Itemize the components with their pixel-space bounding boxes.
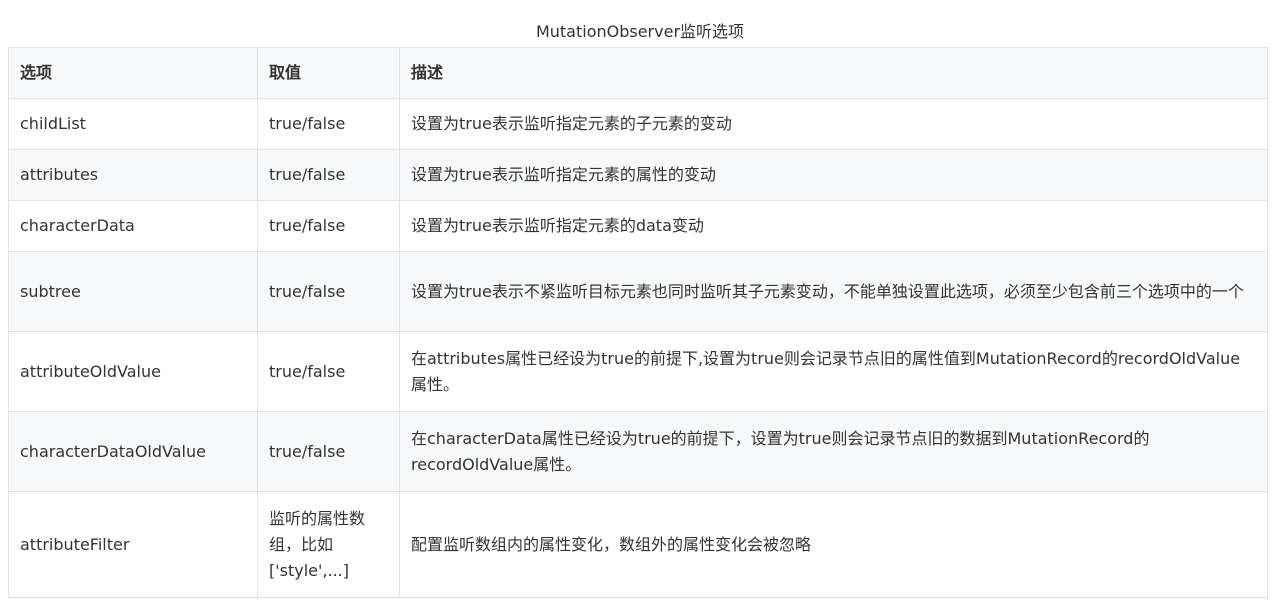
- cell-value: true/false: [257, 411, 400, 492]
- cell-option: attributeOldValue: [8, 331, 258, 412]
- table-row: characterData true/false 设置为true表示监听指定元素…: [8, 200, 1268, 252]
- cell-option: childList: [8, 98, 258, 150]
- table-row: subtree true/false 设置为true表示不紧监听目标元素也同时监…: [8, 251, 1268, 332]
- cell-option: characterDataOldValue: [8, 411, 258, 492]
- table-row: attributes true/false 设置为true表示监听指定元素的属性…: [8, 149, 1268, 201]
- table-row: characterDataOldValue true/false 在charac…: [8, 411, 1268, 492]
- cell-value: true/false: [257, 98, 400, 150]
- table-row: childList true/false 设置为true表示监听指定元素的子元素…: [8, 98, 1268, 150]
- cell-option: subtree: [8, 251, 258, 332]
- table-row: attributeFilter 监听的属性数组，比如['style',...] …: [8, 491, 1268, 598]
- cell-value: true/false: [257, 200, 400, 252]
- cell-value: true/false: [257, 149, 400, 201]
- table-caption: MutationObserver监听选项: [535, 22, 745, 41]
- cell-value: 监听的属性数组，比如['style',...]: [257, 491, 400, 598]
- cell-option: attributeFilter: [8, 491, 258, 598]
- cell-option: characterData: [8, 200, 258, 252]
- header-option: 选项: [8, 47, 258, 99]
- cell-description: 在characterData属性已经设为true的前提下，设置为true则会记录…: [399, 411, 1268, 492]
- header-value: 取值: [257, 47, 400, 99]
- cell-value: true/false: [257, 331, 400, 412]
- cell-description: 设置为true表示监听指定元素的data变动: [399, 200, 1268, 252]
- cell-description: 设置为true表示不紧监听目标元素也同时监听其子元素变动，不能单独设置此选项，必…: [399, 251, 1268, 332]
- table-header-row: 选项 取值 描述: [8, 47, 1268, 99]
- cell-description: 配置监听数组内的属性变化，数组外的属性变化会被忽略: [399, 491, 1268, 598]
- cell-value: true/false: [257, 251, 400, 332]
- header-description: 描述: [399, 47, 1268, 99]
- cell-option: attributes: [8, 149, 258, 201]
- cell-description: 设置为true表示监听指定元素的子元素的变动: [399, 98, 1268, 150]
- cell-description: 在attributes属性已经设为true的前提下,设置为true则会记录节点旧…: [399, 331, 1268, 412]
- mutation-observer-options-table: 选项 取值 描述 childList true/false 设置为true表示监…: [8, 47, 1268, 598]
- table-row: attributeOldValue true/false 在attributes…: [8, 331, 1268, 412]
- cell-description: 设置为true表示监听指定元素的属性的变动: [399, 149, 1268, 201]
